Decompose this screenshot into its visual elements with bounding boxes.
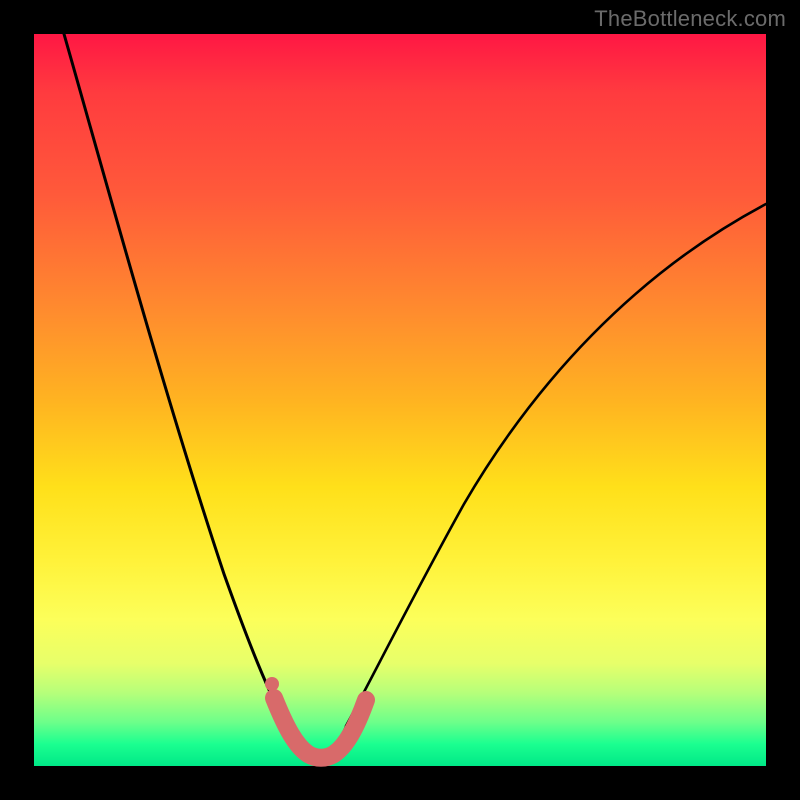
highlight-dot xyxy=(265,677,279,691)
curve-valley-highlight xyxy=(274,698,366,758)
curve-left-branch xyxy=(64,34,287,726)
chart-frame: TheBottleneck.com xyxy=(0,0,800,800)
watermark-text: TheBottleneck.com xyxy=(594,6,786,32)
curve-right-branch xyxy=(346,204,766,726)
bottleneck-curve-svg xyxy=(34,34,766,766)
plot-area xyxy=(34,34,766,766)
